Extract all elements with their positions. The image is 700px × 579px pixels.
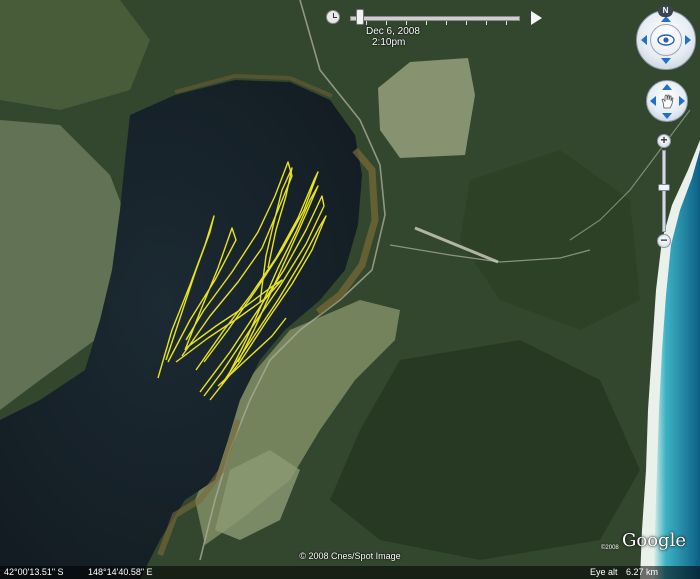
look-left-arrow-icon[interactable] (641, 35, 647, 45)
eye-icon (657, 34, 675, 46)
time-slider-track[interactable] (350, 16, 520, 21)
hand-icon (661, 94, 674, 109)
time-slider-tick (426, 21, 427, 25)
logo-copyright: ©2008 (601, 545, 619, 551)
time-slider-tick (386, 21, 387, 25)
look-control[interactable] (636, 10, 696, 70)
time-slider-tick (486, 21, 487, 25)
time-slider-tick (446, 21, 447, 25)
zoom-in-button[interactable]: + (657, 134, 671, 148)
time-slider-time: 2:10pm (372, 37, 406, 48)
eye-alt-value: 6.27 km (626, 567, 659, 577)
latitude-readout: 42°00'13.51" S (4, 567, 64, 577)
time-slider-tick (506, 21, 507, 25)
time-slider-tick (466, 21, 467, 25)
status-bar: 42°00'13.51" S 148°14'40.58" E Eye alt 6… (0, 566, 700, 579)
longitude-readout: 148°14'40.58" E (88, 567, 153, 577)
move-down-arrow-icon[interactable] (662, 113, 672, 119)
clock-icon[interactable] (326, 10, 340, 24)
move-control[interactable] (646, 80, 688, 122)
zoom-out-button[interactable]: − (657, 234, 671, 248)
zoom-slider[interactable]: + − (655, 134, 673, 248)
map-viewport[interactable]: Dec 6, 2008 2:10pm N + − © 2008 Cnes/Spo… (0, 0, 700, 579)
google-logo: Google (622, 530, 686, 551)
time-slider-date: Dec 6, 2008 (366, 26, 420, 37)
eye-alt-label: Eye alt (590, 567, 618, 577)
satellite-map[interactable] (0, 0, 700, 579)
move-left-arrow-icon[interactable] (650, 96, 656, 106)
north-indicator[interactable]: N (658, 5, 673, 17)
move-up-arrow-icon[interactable] (662, 84, 672, 90)
look-down-arrow-icon[interactable] (661, 58, 671, 64)
time-slider[interactable]: Dec 6, 2008 2:10pm (326, 4, 546, 52)
zoom-knob[interactable] (658, 184, 670, 192)
imagery-attribution: © 2008 Cnes/Spot Image (299, 551, 401, 561)
time-slider-handle[interactable] (356, 9, 364, 25)
play-icon[interactable] (531, 11, 542, 25)
move-right-arrow-icon[interactable] (679, 96, 685, 106)
time-slider-tick (406, 21, 407, 25)
look-right-arrow-icon[interactable] (685, 35, 691, 45)
time-slider-tick (366, 21, 367, 25)
